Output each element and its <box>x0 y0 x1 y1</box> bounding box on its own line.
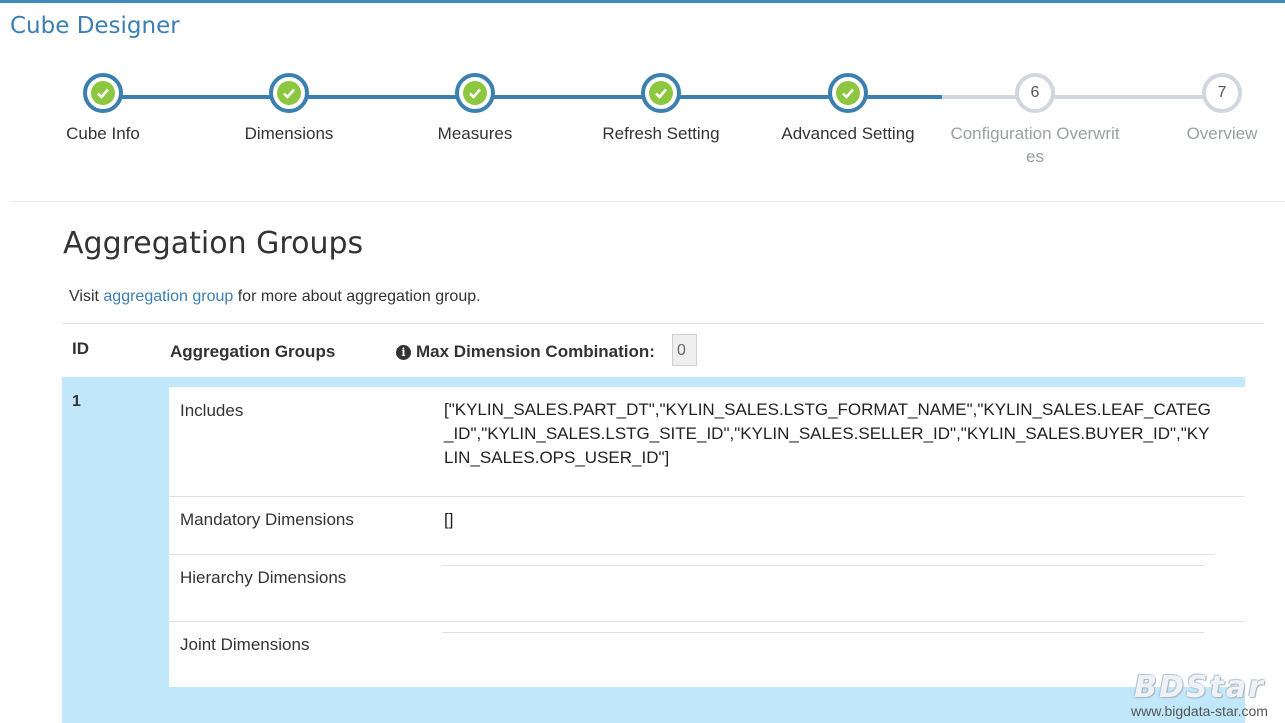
step-circle <box>269 73 309 113</box>
step-circle <box>828 73 868 113</box>
check-icon <box>649 81 673 105</box>
info-icon[interactable]: i <box>396 345 411 360</box>
help-text: Visit aggregation group for more about a… <box>69 288 481 306</box>
wizard-step-measures[interactable]: Measures <box>385 70 565 145</box>
row-id: 1 <box>72 393 81 410</box>
hierarchy-label: Hierarchy Dimensions <box>180 568 347 587</box>
help-suffix: for more about aggregation group. <box>237 288 481 305</box>
help-prefix: Visit <box>69 288 99 305</box>
watermark-url: www.bigdata-star.com <box>1131 703 1268 719</box>
section-title: Aggregation Groups <box>63 226 364 261</box>
joint-row: Joint Dimensions <box>169 622 1245 687</box>
check-icon <box>463 81 487 105</box>
step-circle <box>455 73 495 113</box>
step-label: Dimensions <box>244 124 334 143</box>
header-max-dimension: i Max Dimension Combination: <box>396 342 655 362</box>
step-circle <box>641 73 681 113</box>
step-circle <box>83 73 123 113</box>
aggregation-group-row: 1 Includes ["KYLIN_SALES.PART_DT","KYLIN… <box>62 377 1245 723</box>
includes-row: Includes ["KYLIN_SALES.PART_DT","KYLIN_S… <box>169 387 1245 496</box>
wizard-step-refresh-setting[interactable]: Refresh Setting <box>571 70 751 145</box>
step-label: Configuration Overwrites <box>950 124 1120 166</box>
watermark-logo: BDStar <box>1134 670 1265 705</box>
app-title: Cube Designer <box>10 13 180 39</box>
aggregation-group-link[interactable]: aggregation group <box>103 288 233 305</box>
check-icon <box>836 81 860 105</box>
max-dimension-input[interactable]: 0 <box>672 334 697 366</box>
step-circle: 7 <box>1202 73 1242 113</box>
watermark: BDStar www.bigdata-star.com <box>1114 670 1285 723</box>
hierarchy-row: Hierarchy Dimensions <box>169 555 1245 621</box>
step-label: Refresh Setting <box>602 124 720 143</box>
header-aggregation-groups: Aggregation Groups <box>170 342 336 361</box>
max-dimension-label: Max Dimension Combination: <box>416 342 655 361</box>
includes-label: Includes <box>180 401 244 420</box>
wizard-step-dimensions[interactable]: Dimensions <box>199 70 379 145</box>
check-icon <box>277 81 301 105</box>
wizard-steps: Cube Info Dimensions Measures Refresh Se… <box>0 70 1285 190</box>
step-label: Cube Info <box>66 124 140 143</box>
check-icon <box>91 81 115 105</box>
divider <box>10 201 1285 202</box>
header-id: ID <box>72 339 89 358</box>
wizard-step-overview[interactable]: 7 Overview <box>1132 70 1285 145</box>
group-details: Includes ["KYLIN_SALES.PART_DT","KYLIN_S… <box>169 387 1245 687</box>
joint-label: Joint Dimensions <box>180 635 310 654</box>
mandatory-row: Mandatory Dimensions [] <box>169 497 1245 555</box>
step-label: Measures <box>437 124 513 143</box>
wizard-step-configuration-overwrites[interactable]: 6 Configuration Overwrites <box>945 70 1125 168</box>
wizard-step-advanced-setting[interactable]: Advanced Setting <box>758 70 938 145</box>
step-circle: 6 <box>1015 73 1055 113</box>
step-label: Overview <box>1186 124 1258 143</box>
step-label: Advanced Setting <box>781 124 915 143</box>
table-header: ID Aggregation Groups i Max Dimension Com… <box>62 323 1264 378</box>
top-accent-bar <box>0 0 1285 3</box>
mandatory-label: Mandatory Dimensions <box>180 510 354 529</box>
wizard-step-cube-info[interactable]: Cube Info <box>13 70 193 145</box>
includes-value[interactable]: ["KYLIN_SALES.PART_DT","KYLIN_SALES.LSTG… <box>444 398 1214 470</box>
mandatory-value[interactable]: [] <box>444 508 1214 532</box>
